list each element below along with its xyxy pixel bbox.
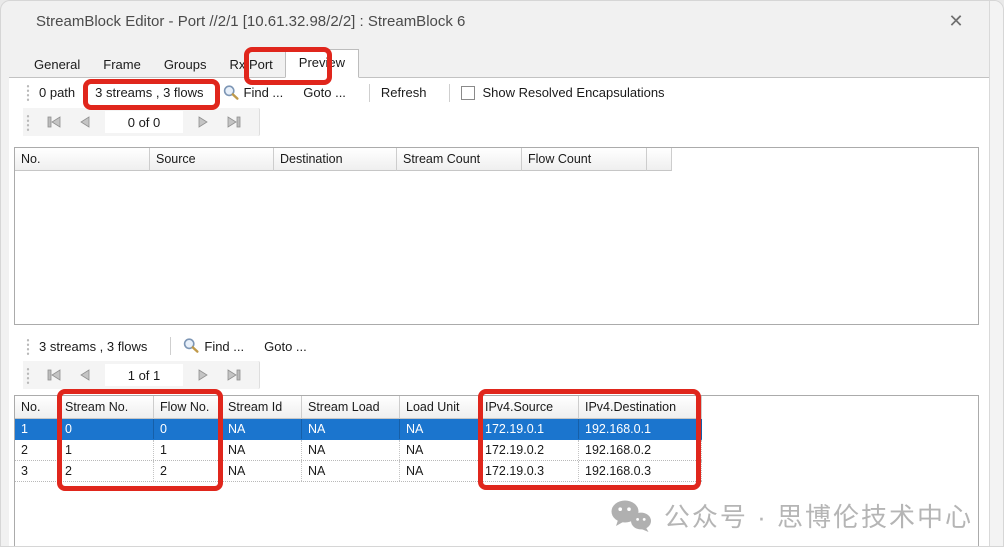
table-cell: 1 (154, 440, 222, 460)
table-cell: 172.19.0.2 (479, 440, 579, 460)
wechat-icon (610, 499, 652, 533)
table-cell: 3 (15, 461, 59, 481)
stream-flow-count-label: 3 streams , 3 flows (95, 85, 203, 100)
last-record-button[interactable] (223, 113, 245, 131)
bottom-pager: 1 of 1 (9, 360, 989, 390)
column-header[interactable]: No. (15, 396, 59, 419)
column-header[interactable]: Stream Count (397, 148, 522, 171)
table-cell: NA (400, 461, 479, 481)
record-position-field[interactable]: 0 of 0 (105, 111, 183, 133)
table-cell: 192.168.0.2 (579, 440, 702, 460)
table-cell: 1 (59, 440, 154, 460)
column-header[interactable]: Flow No. (154, 396, 222, 419)
toolbar-separator (369, 84, 370, 102)
column-header[interactable]: Stream Id (222, 396, 302, 419)
tab-general[interactable]: General (23, 52, 91, 78)
streamblock-editor-window: StreamBlock Editor - Port //2/1 [10.61.3… (0, 0, 1004, 547)
table-cell: NA (222, 419, 302, 439)
tab-groups[interactable]: Groups (153, 52, 218, 78)
watermark: 公众号 · 思博伦技术中心 (610, 497, 973, 534)
table-cell: NA (222, 440, 302, 460)
column-header[interactable]: Source (150, 148, 274, 171)
find-button[interactable]: Find ... (244, 85, 284, 100)
toolbar-grip-icon[interactable] (26, 114, 30, 131)
toolbar-grip-icon[interactable] (26, 84, 30, 101)
first-record-button[interactable] (43, 113, 65, 131)
table-row[interactable]: 211NANANA172.19.0.2192.168.0.2 (15, 440, 702, 461)
table-cell: 192.168.0.1 (579, 419, 702, 439)
watermark-text: 公众号 · 思博伦技术中心 (664, 497, 973, 534)
table-cell: NA (400, 440, 479, 460)
find-button[interactable]: Find ... (204, 339, 244, 354)
tab-preview[interactable]: Preview (285, 49, 359, 78)
goto-button[interactable]: Goto ... (303, 85, 346, 100)
column-header[interactable]: Stream No. (59, 396, 154, 419)
top-toolbar: 0 path 3 streams , 3 flows Find ... Goto… (9, 78, 989, 107)
show-resolved-label: Show Resolved Encapsulations (482, 85, 664, 100)
column-header[interactable]: Load Unit (400, 396, 479, 419)
column-header-stub (647, 148, 672, 171)
table-row[interactable]: 322NANANA172.19.0.3192.168.0.3 (15, 461, 702, 482)
toolbar-grip-icon[interactable] (26, 367, 30, 384)
last-record-button[interactable] (223, 366, 245, 384)
top-pager: 0 of 0 (9, 107, 989, 137)
table-cell: NA (400, 419, 479, 439)
table-cell: NA (222, 461, 302, 481)
column-header[interactable]: Destination (274, 148, 397, 171)
column-header[interactable]: No. (15, 148, 150, 171)
next-record-button[interactable] (193, 113, 215, 131)
path-count-label: 0 path (39, 85, 75, 100)
toolbar-separator (449, 84, 450, 102)
preview-tab-panel: 0 path 3 streams , 3 flows Find ... Goto… (9, 77, 989, 546)
table-cell: 2 (59, 461, 154, 481)
table-cell: 0 (154, 419, 222, 439)
search-icon (222, 84, 240, 102)
window-title: StreamBlock Editor - Port //2/1 [10.61.3… (36, 13, 941, 30)
column-header[interactable]: IPv4.Destination (579, 396, 702, 419)
tab-rx-port[interactable]: Rx Port (218, 52, 283, 78)
bottom-toolbar: 3 streams , 3 flows Find ... Goto ... (9, 332, 989, 360)
toolbar-grip-icon[interactable] (26, 338, 30, 355)
column-header[interactable]: Stream Load (302, 396, 400, 419)
table-cell: 172.19.0.3 (479, 461, 579, 481)
previous-record-button[interactable] (73, 366, 95, 384)
table-cell: 192.168.0.3 (579, 461, 702, 481)
show-resolved-checkbox[interactable] (461, 86, 475, 100)
table-cell: NA (302, 419, 400, 439)
table-cell: 2 (154, 461, 222, 481)
table-row[interactable]: 100NANANA172.19.0.1192.168.0.1 (15, 419, 702, 440)
next-record-button[interactable] (193, 366, 215, 384)
stream-flow-count-label: 3 streams , 3 flows (39, 339, 147, 354)
streams-table[interactable]: No.SourceDestinationStream CountFlow Cou… (14, 147, 979, 325)
table-cell: 0 (59, 419, 154, 439)
table-header-row: No.SourceDestinationStream CountFlow Cou… (15, 148, 978, 171)
window-right-edge (989, 1, 1003, 546)
column-header[interactable]: Flow Count (522, 148, 647, 171)
table-cell: NA (302, 440, 400, 460)
table-header-row: No.Stream No.Flow No.Stream IdStream Loa… (15, 396, 978, 419)
search-icon (182, 337, 200, 355)
table-cell: NA (302, 461, 400, 481)
goto-button[interactable]: Goto ... (264, 339, 307, 354)
toolbar-separator (170, 337, 171, 355)
first-record-button[interactable] (43, 366, 65, 384)
tab-strip: General Frame Groups Rx Port Preview (1, 41, 1003, 77)
column-header[interactable]: IPv4.Source (479, 396, 579, 419)
record-position-field[interactable]: 1 of 1 (105, 364, 183, 386)
previous-record-button[interactable] (73, 113, 95, 131)
close-icon[interactable]: ✕ (941, 11, 971, 32)
table-cell: 172.19.0.1 (479, 419, 579, 439)
table-cell: 2 (15, 440, 59, 460)
table-cell: 1 (15, 419, 59, 439)
refresh-button[interactable]: Refresh (381, 85, 427, 100)
titlebar: StreamBlock Editor - Port //2/1 [10.61.3… (1, 1, 1003, 41)
tab-frame[interactable]: Frame (92, 52, 152, 78)
